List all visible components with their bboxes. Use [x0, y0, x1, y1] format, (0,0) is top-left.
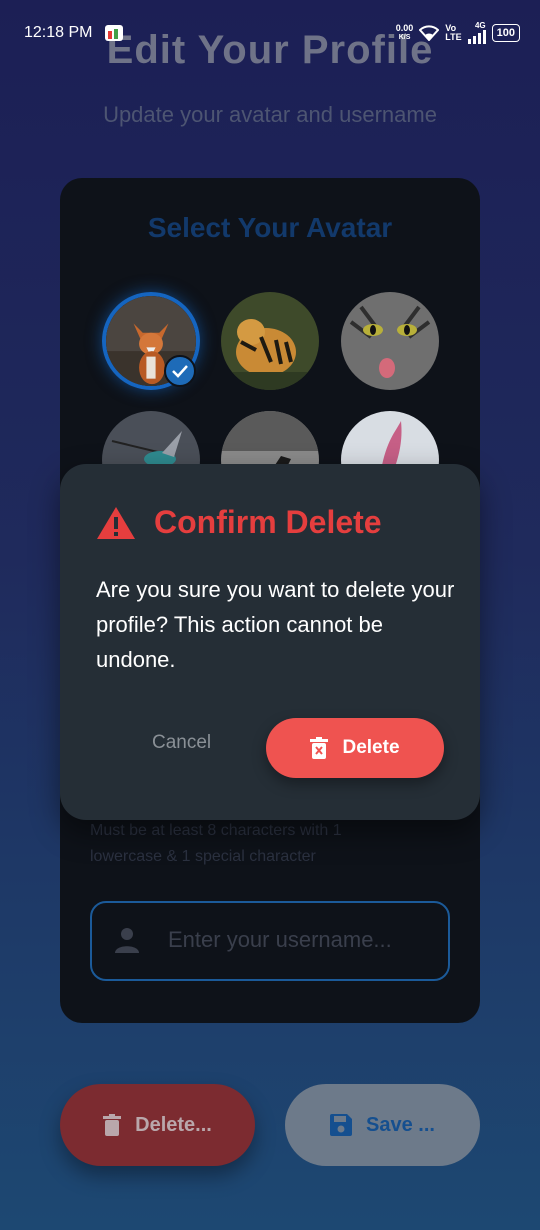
- page-subtitle: Update your avatar and username: [103, 102, 437, 127]
- save-profile-label: Save ...: [366, 1113, 435, 1136]
- status-time: 12:18 PM: [24, 24, 93, 41]
- avatar-section-title: Select Your Avatar: [147, 212, 393, 243]
- status-icons: 0.00 K/S Vo LTE 4G 100: [396, 22, 520, 44]
- username-input[interactable]: [168, 920, 438, 960]
- selected-check-icon: [164, 355, 196, 387]
- save-icon: [330, 1114, 353, 1136]
- cat-image: [341, 292, 439, 390]
- signal-bars-icon: [467, 30, 486, 44]
- delete-profile-label: Delete...: [135, 1113, 212, 1136]
- dialog-message: Are you sure you want to delete your pro…: [96, 577, 455, 672]
- volte-indicator: Vo LTE: [445, 23, 462, 42]
- confirm-delete-dialog: Confirm Delete Are you sure you want to …: [60, 464, 480, 820]
- app-notification-icon: [105, 25, 123, 41]
- warning-icon: [97, 506, 135, 539]
- trash-icon: [103, 1114, 122, 1136]
- battery-icon: 100: [491, 24, 520, 42]
- delete-profile-button[interactable]: Delete...: [60, 1084, 255, 1166]
- dialog-header: Confirm Delete: [96, 504, 382, 541]
- confirm-delete-label: Delete: [342, 737, 400, 758]
- trash-x-icon: [310, 737, 329, 759]
- save-profile-button[interactable]: Save ...: [285, 1084, 480, 1166]
- confirm-delete-button[interactable]: Delete: [266, 718, 444, 778]
- wifi-icon: [419, 25, 440, 41]
- cancel-button[interactable]: Cancel: [152, 732, 211, 754]
- avatar-tiger[interactable]: [221, 292, 319, 390]
- dialog-title: Confirm Delete: [154, 504, 382, 540]
- cell-signal: 4G: [467, 22, 486, 44]
- tiger-image: [221, 292, 319, 390]
- user-icon: [115, 928, 139, 953]
- network-speed: 0.00 K/S: [395, 23, 414, 42]
- username-hint: Must be at least 8 characters with 1 low…: [90, 822, 342, 865]
- status-bar: 12:18 PM 0.00 K/S Vo LTE 4G 100: [0, 0, 540, 60]
- avatar-cat[interactable]: [341, 292, 439, 390]
